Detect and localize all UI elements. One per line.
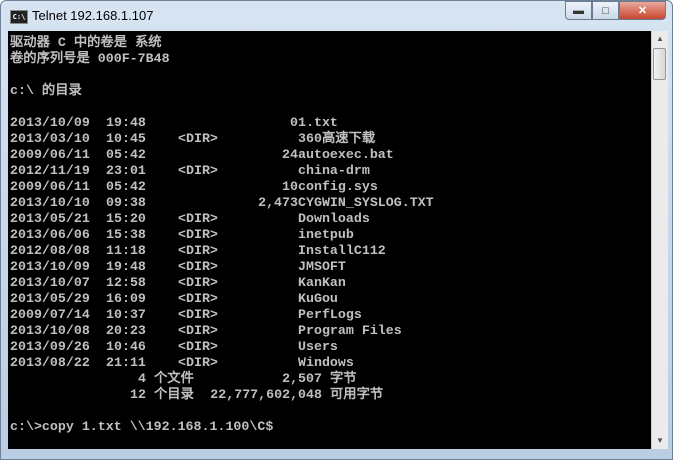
directory-of-line: c:\ 的目录 <box>10 83 82 98</box>
entry-date: 2013/10/10 <box>10 195 90 210</box>
serial-number-line: 卷的序列号是 000F-7B48 <box>10 51 170 66</box>
entry-time: 10:45 <box>106 131 146 146</box>
entry-time: 05:42 <box>106 147 146 162</box>
entry-time: 05:42 <box>106 179 146 194</box>
entry-name: KanKan <box>298 275 346 290</box>
entry-name: 360高速下载 <box>298 131 376 146</box>
command-prompt-line[interactable]: c:\>copy 1.txt \\192.168.1.100\C$ <box>10 419 273 435</box>
entry-time: 20:23 <box>106 323 146 338</box>
entry-name: Users <box>298 339 338 354</box>
entry-type: <DIR> <box>178 243 218 258</box>
console-output[interactable]: 驱动器 C 中的卷是 系统 卷的序列号是 000F-7B48 c:\ 的目录 4… <box>8 31 651 449</box>
entry-type: <DIR> <box>178 131 218 146</box>
entry-date: 2013/06/06 <box>10 227 90 242</box>
entry-date: 2013/10/09 <box>10 259 90 274</box>
entry-name: 1.txt <box>298 115 338 130</box>
entry-time: 16:09 <box>106 291 146 306</box>
entry-type: <DIR> <box>178 291 218 306</box>
entry-date: 2009/06/11 <box>10 179 90 194</box>
entry-type: <DIR> <box>178 275 218 290</box>
dirs-label: 个目录 <box>154 387 194 402</box>
files-summary-line: 4 个文件 2,507 字节 <box>10 371 357 387</box>
entry-time: 11:18 <box>106 243 146 258</box>
entry-time: 15:38 <box>106 227 146 242</box>
dirs-count: 12 <box>130 387 146 402</box>
entry-name: JMSOFT <box>298 259 346 274</box>
entry-name: PerfLogs <box>298 307 362 322</box>
entry-type: <DIR> <box>178 211 218 226</box>
entry-date: 2012/11/19 <box>10 163 90 178</box>
entry-date: 2013/05/21 <box>10 211 90 226</box>
entry-date: 2013/10/08 <box>10 323 90 338</box>
entry-time: 23:01 <box>106 163 146 178</box>
entry-type: <DIR> <box>178 339 218 354</box>
entry-date: 2013/10/09 <box>10 115 90 130</box>
free-bytes: 22,777,602,048 <box>210 387 322 402</box>
entry-name: CYGWIN_SYSLOG.TXT <box>298 195 434 210</box>
close-button[interactable]: ✕ <box>619 1 666 20</box>
scroll-down-arrow-icon[interactable]: ▼ <box>652 433 668 449</box>
maximize-icon: □ <box>602 4 609 17</box>
minimize-icon: ▬ <box>573 4 584 17</box>
entry-time: 21:11 <box>106 355 146 370</box>
title-bar[interactable]: C:\ Telnet 192.168.1.107 ▬ □ ✕ <box>1 1 672 31</box>
entry-time: 15:20 <box>106 211 146 226</box>
entry-time: 19:48 <box>106 115 146 130</box>
entry-date: 2012/08/08 <box>10 243 90 258</box>
entry-date: 2009/07/14 <box>10 307 90 322</box>
entry-type: <DIR> <box>178 323 218 338</box>
entry-name: Downloads <box>298 211 370 226</box>
entry-size: 0 <box>290 115 298 130</box>
entry-date: 2013/05/29 <box>10 291 90 306</box>
scrollbar-thumb[interactable] <box>653 48 666 80</box>
entry-date: 2009/06/11 <box>10 147 90 162</box>
vertical-scrollbar[interactable]: ▲ ▼ <box>651 31 668 449</box>
console-app-icon[interactable]: C:\ <box>10 10 28 24</box>
entry-time: 09:38 <box>106 195 146 210</box>
entry-date: 2013/10/07 <box>10 275 90 290</box>
maximize-button[interactable]: □ <box>592 1 619 20</box>
entry-type: <DIR> <box>178 163 218 178</box>
entry-name: KuGou <box>298 291 338 306</box>
bytes-label: 字节 <box>330 371 357 386</box>
entry-name: inetpub <box>298 227 354 242</box>
entry-date: 2013/09/26 <box>10 339 90 354</box>
telnet-window: C:\ Telnet 192.168.1.107 ▬ □ ✕ 驱动器 C 中的卷… <box>0 0 673 460</box>
dirs-summary-line: 12 个目录 22,777,602,048 可用字节 <box>10 387 383 403</box>
scroll-up-arrow-icon[interactable]: ▲ <box>652 31 668 47</box>
entry-type: <DIR> <box>178 259 218 274</box>
entry-time: 10:37 <box>106 307 146 322</box>
entry-name: Windows <box>298 355 354 370</box>
files-label: 个文件 <box>154 371 194 386</box>
close-icon: ✕ <box>637 5 648 17</box>
entry-date: 2013/03/10 <box>10 131 90 146</box>
volume-label-line: 驱动器 C 中的卷是 系统 <box>10 35 162 50</box>
files-count: 4 <box>138 371 146 386</box>
entry-size: 24 <box>282 147 298 162</box>
entry-name: china-drm <box>298 163 370 178</box>
window-title: Telnet 192.168.1.107 <box>32 8 154 23</box>
entry-name: autoexec.bat <box>298 147 394 162</box>
files-bytes: 2,507 <box>282 371 322 386</box>
entry-time: 19:48 <box>106 259 146 274</box>
minimize-button[interactable]: ▬ <box>565 1 592 20</box>
entry-name: config.sys <box>298 179 378 194</box>
free-bytes-label: 可用字节 <box>330 387 384 402</box>
entry-time: 10:46 <box>106 339 146 354</box>
entry-name: Program Files <box>298 323 402 338</box>
entry-type: <DIR> <box>178 227 218 242</box>
entry-type: <DIR> <box>178 355 218 370</box>
entry-size: 2,473 <box>258 195 298 210</box>
entry-size: 10 <box>282 179 298 194</box>
entry-date: 2013/08/22 <box>10 355 90 370</box>
entry-name: InstallC112 <box>298 243 386 258</box>
entry-type: <DIR> <box>178 307 218 322</box>
entry-time: 12:58 <box>106 275 146 290</box>
